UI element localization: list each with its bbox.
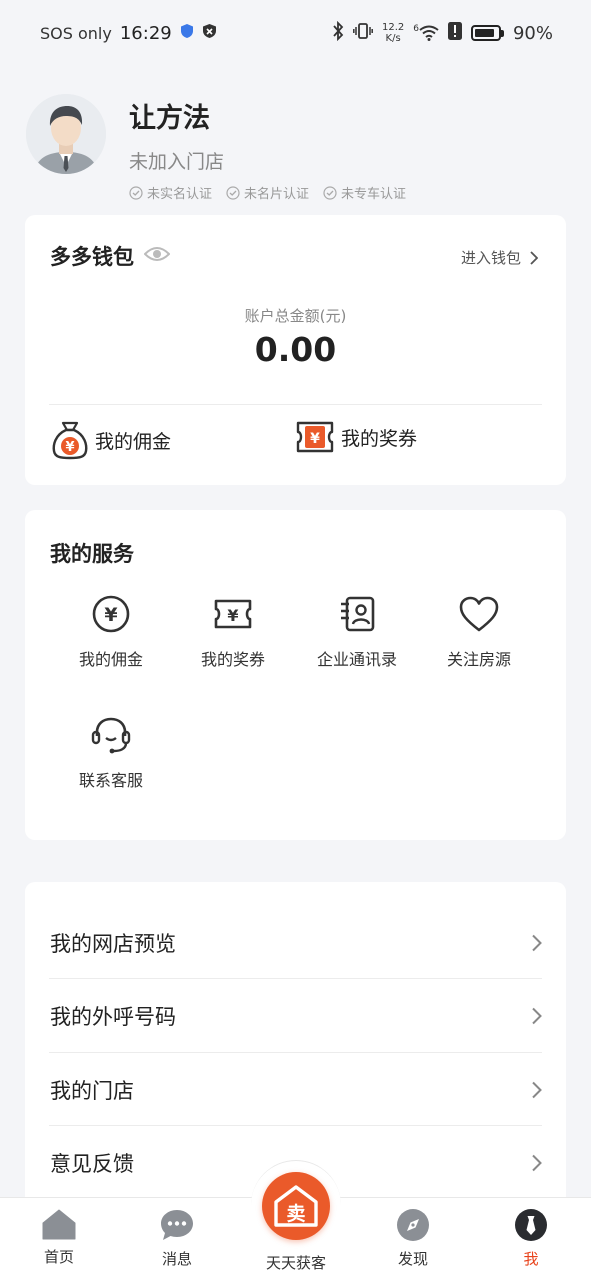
- tab-messages[interactable]: 消息: [137, 1208, 217, 1269]
- money-bag-icon: ¥: [52, 421, 88, 460]
- wallet-card: 多多钱包 进入钱包 账户总金额(元) 0.00 ¥ 我的佣金 ¥ 我的奖券: [25, 215, 566, 485]
- tab-discover[interactable]: 发现: [373, 1208, 453, 1269]
- shield-icon: [180, 23, 194, 43]
- realname-badge: 未实名认证: [129, 183, 212, 202]
- vibrate-icon: [353, 21, 373, 45]
- chevron-right-icon: [532, 1154, 542, 1171]
- battery-percent: 90%: [512, 22, 553, 44]
- service-contacts[interactable]: 企业通讯录: [297, 592, 417, 670]
- service-coupon[interactable]: ¥ 我的奖券: [173, 592, 293, 670]
- services-card: 我的服务 ¥ 我的佣金 ¥ 我的奖券 企业通讯录 关注房源 联系客服: [25, 510, 566, 840]
- tie-icon: [515, 1209, 547, 1241]
- svg-text:¥: ¥: [227, 606, 238, 625]
- user-name: 让方法: [129, 103, 210, 134]
- alert-icon: [447, 22, 462, 44]
- service-commission[interactable]: ¥ 我的佣金: [51, 592, 171, 670]
- compass-icon: [397, 1209, 429, 1241]
- check-circle-icon: [226, 185, 240, 200]
- service-support[interactable]: 联系客服: [51, 713, 171, 791]
- balance-value: 0.00: [254, 330, 337, 369]
- headset-icon: [89, 713, 133, 757]
- wallet-coupon-link[interactable]: ¥ 我的奖券: [295, 420, 417, 454]
- store-status: 未加入门店: [129, 151, 225, 173]
- divider: [49, 404, 542, 405]
- chat-bubble-icon: [161, 1210, 193, 1240]
- tab-get-customers-label: 天天获客: [265, 1254, 326, 1272]
- chevron-right-icon: [532, 1081, 542, 1098]
- avatar[interactable]: [26, 94, 106, 174]
- wallet-title: 多多钱包: [50, 245, 134, 269]
- wallet-commission-link[interactable]: ¥ 我的佣金: [51, 420, 171, 460]
- bluetooth-icon: [332, 20, 344, 45]
- contacts-icon: [335, 592, 379, 636]
- chevron-right-icon: [530, 250, 538, 265]
- vpn-icon: [202, 23, 217, 43]
- balance-label: 账户总金额(元): [244, 307, 347, 325]
- service-favorites[interactable]: 关注房源: [419, 592, 539, 670]
- enter-wallet-link[interactable]: 进入钱包: [461, 247, 538, 268]
- tab-me[interactable]: 我: [491, 1208, 571, 1269]
- chevron-right-icon: [532, 1007, 542, 1024]
- services-title: 我的服务: [50, 542, 134, 566]
- menu-item-shop-preview[interactable]: 我的网店预览: [49, 906, 542, 979]
- profile-header[interactable]: 让方法 未加入门店 未实名认证 未名片认证 未专车认证: [26, 94, 566, 202]
- wifi-icon: 6: [413, 25, 439, 41]
- battery-icon: [470, 25, 504, 41]
- eye-icon[interactable]: [143, 245, 171, 267]
- check-circle-icon: [323, 185, 337, 200]
- carrier-label: SOS only: [40, 23, 112, 43]
- yen-circle-icon: ¥: [89, 592, 133, 636]
- net-speed: 12.2 K/s: [381, 22, 405, 44]
- check-circle-icon: [129, 185, 143, 200]
- sell-house-icon: 卖: [274, 1185, 318, 1227]
- svg-text:卖: 卖: [286, 1203, 305, 1225]
- menu-item-my-store[interactable]: 我的门店: [49, 1053, 542, 1126]
- svg-text:¥: ¥: [65, 440, 74, 455]
- home-icon: [42, 1209, 76, 1240]
- svg-text:¥: ¥: [310, 431, 320, 447]
- coupon-icon: ¥: [296, 421, 334, 453]
- clock: 16:29: [119, 22, 172, 44]
- card-badge: 未名片认证: [226, 183, 309, 202]
- tab-get-customers-button[interactable]: 卖: [262, 1172, 330, 1240]
- chevron-right-icon: [532, 934, 542, 951]
- ticket-icon: ¥: [211, 592, 255, 636]
- heart-icon: [457, 592, 501, 636]
- status-bar: SOS only 16:29 12.2 K/s 6 90%: [0, 0, 591, 66]
- menu-item-outbound-number[interactable]: 我的外呼号码: [49, 979, 542, 1052]
- tab-home[interactable]: 首页: [19, 1208, 99, 1267]
- car-badge: 未专车认证: [323, 183, 406, 202]
- svg-text:¥: ¥: [104, 604, 117, 626]
